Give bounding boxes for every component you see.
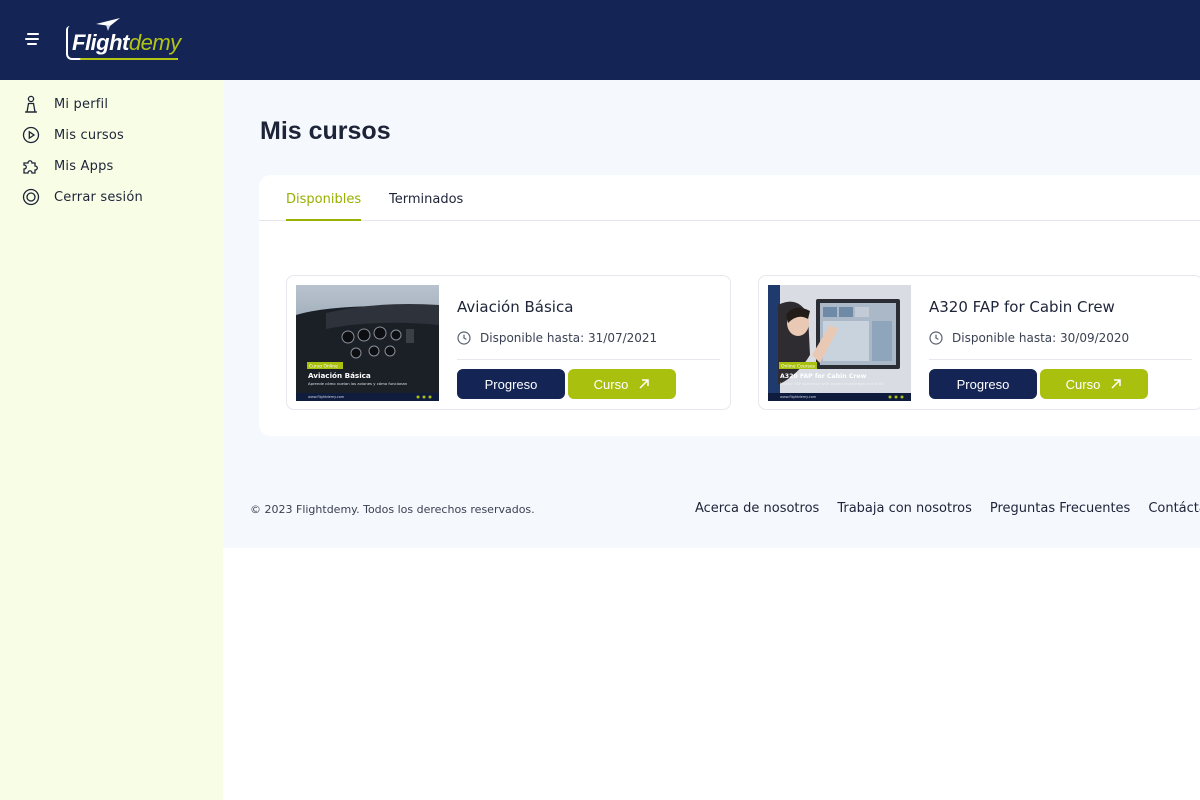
tab-disponibles[interactable]: Disponibles xyxy=(286,192,362,221)
course-button-label: Curso xyxy=(593,376,629,392)
courses-panel: Disponibles Terminados Curso Online Avia… xyxy=(259,175,1200,436)
clock-icon xyxy=(457,331,471,345)
thumb-url: www.flightdemy.com xyxy=(308,395,345,399)
power-icon xyxy=(22,188,40,206)
availability-text: Disponible hasta: 31/07/2021 xyxy=(480,331,658,345)
thumb-title: Aviación Básica xyxy=(308,371,371,380)
sidebar-item-label: Mi perfil xyxy=(54,96,109,112)
course-title[interactable]: Aviación Básica xyxy=(457,298,573,316)
sidebar-item-label: Mis cursos xyxy=(54,127,124,143)
sidebar-item-mis-cursos[interactable]: Mis cursos xyxy=(22,124,124,146)
arrow-up-right-icon xyxy=(639,379,650,389)
clock-icon xyxy=(929,331,943,345)
thumb-subtitle: Master FAP operation with expert knowled… xyxy=(780,381,884,386)
puzzle-icon xyxy=(22,157,40,175)
sidebar-item-cerrar-sesion[interactable]: Cerrar sesión xyxy=(22,186,143,208)
sidebar-item-mi-perfil[interactable]: Mi perfil xyxy=(22,93,108,115)
thumb-badge: Curso Online xyxy=(309,364,338,370)
arrow-up-right-icon xyxy=(1111,379,1122,389)
sidebar-item-label: Mis Apps xyxy=(54,158,114,174)
thumb-url: www.flightdemy.com xyxy=(780,395,817,399)
flightdemy-logo[interactable]: Flightdemy xyxy=(66,18,181,62)
course-tabs: Disponibles Terminados xyxy=(259,175,1200,221)
play-circle-icon xyxy=(22,126,40,144)
availability-text: Disponible hasta: 30/09/2020 xyxy=(952,331,1130,345)
tab-terminados[interactable]: Terminados xyxy=(389,192,463,219)
course-button[interactable]: Curso xyxy=(1040,369,1148,399)
thumb-subtitle: Aprende cómo vuelan los aviones y cómo f… xyxy=(308,381,408,386)
main-content: Mis cursos Disponibles Terminados Curso … xyxy=(223,80,1200,548)
footer-link-contact[interactable]: Contáctanos xyxy=(1148,501,1200,516)
sidebar-item-mis-apps[interactable]: Mis Apps xyxy=(22,155,114,177)
course-button[interactable]: Curso xyxy=(568,369,676,399)
course-availability: Disponible hasta: 30/09/2020 xyxy=(929,331,1129,345)
footer-link-faq[interactable]: Preguntas Frecuentes xyxy=(990,501,1130,516)
top-navbar: Flightdemy xyxy=(0,0,1200,80)
course-title[interactable]: A320 FAP for Cabin Crew xyxy=(929,298,1115,316)
logo-wordmark: Flightdemy xyxy=(72,30,181,55)
user-icon xyxy=(22,95,40,113)
menu-icon[interactable] xyxy=(25,31,41,47)
card-divider xyxy=(457,359,720,360)
footer-link-careers[interactable]: Trabaja con nosotros xyxy=(837,501,972,516)
course-availability: Disponible hasta: 31/07/2021 xyxy=(457,331,657,345)
footer-link-about[interactable]: Acerca de nosotros xyxy=(695,501,819,516)
progress-button[interactable]: Progreso xyxy=(929,369,1037,399)
sidebar: Mi perfil Mis cursos Mis Apps Cerrar ses… xyxy=(0,80,223,800)
thumb-title: A320 FAP for Cabin Crew xyxy=(780,373,867,380)
course-thumbnail[interactable]: Online Courses A320 FAP for Cabin Crew M… xyxy=(768,285,911,401)
thumb-badge: Online Courses xyxy=(781,364,816,370)
progress-button[interactable]: Progreso xyxy=(457,369,565,399)
footer-copyright: © 2023 Flightdemy. Todos los derechos re… xyxy=(250,503,535,516)
page-title: Mis cursos xyxy=(260,117,391,145)
course-card: Curso Online Aviación Básica Aprende cóm… xyxy=(286,275,731,410)
course-card: Online Courses A320 FAP for Cabin Crew M… xyxy=(758,275,1200,410)
course-button-label: Curso xyxy=(1065,376,1101,392)
card-divider xyxy=(929,359,1192,360)
sidebar-item-label: Cerrar sesión xyxy=(54,189,143,205)
footer-links: Acerca de nosotros Trabaja con nosotros … xyxy=(695,501,1200,516)
course-thumbnail[interactable]: Curso Online Aviación Básica Aprende cóm… xyxy=(296,285,439,401)
